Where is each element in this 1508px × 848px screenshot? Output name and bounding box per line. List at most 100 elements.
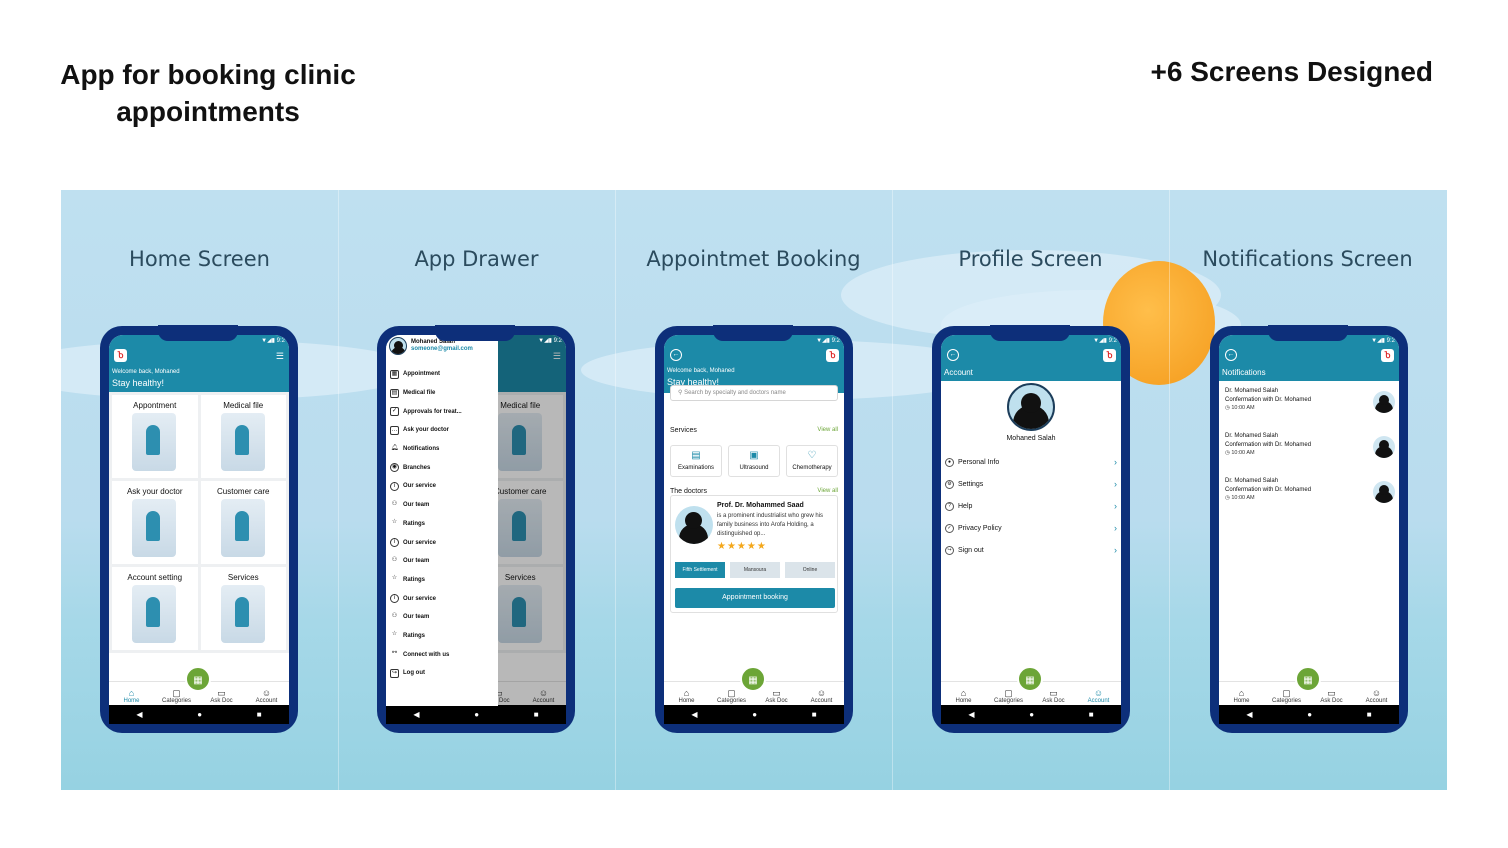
drawer-item-ratings[interactable]: ☆ Ratings bbox=[386, 515, 498, 534]
home-nav-icon[interactable]: ● bbox=[752, 710, 757, 719]
back-nav-icon[interactable]: ◀ bbox=[413, 710, 419, 719]
back-nav-icon[interactable]: ◀ bbox=[1246, 710, 1252, 719]
home-nav-icon[interactable]: ● bbox=[197, 710, 202, 719]
card-ask-doctor[interactable]: Ask your doctor bbox=[112, 481, 198, 564]
view-all-link[interactable]: View all bbox=[817, 488, 838, 495]
tab-account[interactable]: ☺ Account bbox=[250, 688, 284, 704]
notification-item[interactable]: Dr. Mohamed Salah Confermation with Dr. … bbox=[1225, 387, 1395, 421]
drawer-item-ratings[interactable]: ☆ Ratings bbox=[386, 627, 498, 646]
calendar-icon: ▦ bbox=[1025, 675, 1035, 686]
tab-ask-doc[interactable]: ▭ Ask Doc bbox=[760, 688, 794, 704]
tab-label: Home bbox=[1233, 698, 1250, 704]
back-arrow-icon[interactable]: ← bbox=[947, 349, 959, 361]
tab-ask-doc[interactable]: ▭ Ask Doc bbox=[1315, 688, 1349, 704]
card-customer-care[interactable]: Customer care bbox=[200, 481, 286, 564]
service-chemotherapy[interactable]: ♡ Chemotherapy bbox=[786, 445, 838, 477]
menu-icon[interactable]: ☰ bbox=[276, 351, 284, 362]
card-account-setting[interactable]: Account setting bbox=[112, 567, 198, 650]
tab-ask-doc[interactable]: ▭ Ask Doc bbox=[1037, 688, 1071, 704]
avatar bbox=[1373, 391, 1395, 413]
recents-nav-icon[interactable]: ■ bbox=[1367, 710, 1372, 719]
notification-item[interactable]: Dr. Mohamed Salah Confermation with Dr. … bbox=[1225, 432, 1395, 466]
recents-nav-icon[interactable]: ■ bbox=[1089, 710, 1094, 719]
card-appointment[interactable]: Appontment bbox=[112, 395, 198, 478]
appointment-booking-button[interactable]: Appointment booking bbox=[675, 588, 835, 608]
location-fifth-settlement[interactable]: Fifth Settlement bbox=[675, 562, 725, 578]
drawer-item-our-service[interactable]: i Our service bbox=[386, 477, 498, 496]
drawer-item-approvals[interactable]: ✓ Approvals for treat... bbox=[386, 402, 498, 421]
drawer-item-connect[interactable]: ⚯ Connect with us bbox=[386, 645, 498, 664]
card-medical-file[interactable]: Medical file bbox=[200, 395, 286, 478]
drawer-item-notifications[interactable]: 🔔︎ Notifications bbox=[386, 440, 498, 459]
tab-home[interactable]: ⌂ Home bbox=[670, 688, 704, 704]
drawer-item-medical-file[interactable]: ▤ Medical file bbox=[386, 384, 498, 403]
home-nav-icon[interactable]: ● bbox=[474, 710, 479, 719]
drawer-item-ask-doctor[interactable]: … Ask your doctor bbox=[386, 421, 498, 440]
back-nav-icon[interactable]: ◀ bbox=[968, 710, 974, 719]
profile-name: Mohaned Salah bbox=[1006, 435, 1056, 442]
card-services[interactable]: Services bbox=[200, 567, 286, 650]
card-label: Ask your doctor bbox=[126, 487, 183, 496]
bag-icon: ▢ bbox=[172, 688, 181, 698]
tab-ask-doc[interactable]: ▭ Ask Doc bbox=[205, 688, 239, 704]
notification-item[interactable]: Dr. Mohamed Salah Confermation with Dr. … bbox=[1225, 477, 1395, 511]
search-input[interactable]: ⚲ Search by specialty and doctors name bbox=[670, 385, 838, 401]
booking-fab[interactable]: ▦ bbox=[1295, 666, 1321, 692]
card-label: Appontment bbox=[133, 401, 177, 410]
location-mansoura[interactable]: Mansoura bbox=[730, 562, 780, 578]
tab-categories[interactable]: ▢ Categories bbox=[715, 688, 749, 704]
tab-home[interactable]: ⌂ Home bbox=[115, 688, 149, 704]
drawer-item-ratings[interactable]: ☆ Ratings bbox=[386, 571, 498, 590]
home-nav-icon[interactable]: ● bbox=[1029, 710, 1034, 719]
chat-icon: ▭ bbox=[772, 688, 781, 698]
profile-screen: ▼◢▮ 9:2 ← Ⴆ Account Mohaned Salah ● Perso… bbox=[941, 335, 1121, 706]
tab-home[interactable]: ⌂ Home bbox=[947, 688, 981, 704]
tab-label: Categories bbox=[716, 698, 746, 704]
service-examinations[interactable]: ▤ Examinations bbox=[670, 445, 722, 477]
profile-item-help[interactable]: ? Help › bbox=[945, 501, 1117, 511]
tab-categories[interactable]: ▢ Categories bbox=[160, 688, 194, 704]
chevron-right-icon: › bbox=[1114, 479, 1117, 489]
tab-home[interactable]: ⌂ Home bbox=[1225, 688, 1259, 704]
profile-avatar[interactable] bbox=[1007, 383, 1055, 431]
location-online[interactable]: Online bbox=[785, 562, 835, 578]
recents-nav-icon[interactable]: ■ bbox=[534, 710, 539, 719]
section-title: Appointmet Booking bbox=[646, 247, 861, 271]
drawer-item-branches[interactable]: ◉ Branches bbox=[386, 458, 498, 477]
section-divider bbox=[615, 190, 616, 790]
view-all-link[interactable]: View all bbox=[817, 427, 838, 434]
service-ultrasound[interactable]: ▣ Ultrasound bbox=[728, 445, 780, 477]
section-divider bbox=[892, 190, 893, 790]
tab-label: Account bbox=[255, 698, 278, 704]
drawer-item-our-team[interactable]: ⚇ Our team bbox=[386, 608, 498, 627]
booking-fab[interactable]: ▦ bbox=[740, 666, 766, 692]
camera-notch bbox=[990, 325, 1070, 341]
profile-item-personal-info[interactable]: ● Personal Info › bbox=[945, 457, 1117, 467]
back-arrow-icon[interactable]: ← bbox=[670, 349, 682, 361]
avatar bbox=[389, 337, 407, 355]
recents-nav-icon[interactable]: ■ bbox=[257, 710, 262, 719]
booking-fab[interactable]: ▦ bbox=[1017, 666, 1043, 692]
drawer-item-our-service[interactable]: i Our service bbox=[386, 533, 498, 552]
booking-fab[interactable]: ▦ bbox=[185, 666, 211, 692]
notification-text: Confermation with Dr. Mohamed bbox=[1225, 397, 1312, 403]
home-nav-icon[interactable]: ● bbox=[1307, 710, 1312, 719]
tab-account[interactable]: ☺ Account bbox=[805, 688, 839, 704]
drawer-item-appointment[interactable]: ▦ Appointment bbox=[386, 365, 498, 384]
back-nav-icon[interactable]: ◀ bbox=[136, 710, 142, 719]
tab-account[interactable]: ☺ Account bbox=[1082, 688, 1116, 704]
back-nav-icon[interactable]: ◀ bbox=[691, 710, 697, 719]
drawer-item-our-team[interactable]: ⚇ Our team bbox=[386, 552, 498, 571]
home-icon: ⌂ bbox=[1238, 688, 1245, 698]
tab-categories[interactable]: ▢ Categories bbox=[992, 688, 1026, 704]
tab-categories[interactable]: ▢ Categories bbox=[1270, 688, 1304, 704]
tab-account[interactable]: ☺ Account bbox=[1360, 688, 1394, 704]
recents-nav-icon[interactable]: ■ bbox=[812, 710, 817, 719]
profile-item-privacy[interactable]: ✓ Privacy Policy › bbox=[945, 523, 1117, 533]
back-arrow-icon[interactable]: ← bbox=[1225, 349, 1237, 361]
drawer-item-our-service[interactable]: i Our service bbox=[386, 589, 498, 608]
profile-item-settings[interactable]: ⚙ Settings › bbox=[945, 479, 1117, 489]
drawer-item-our-team[interactable]: ⚇ Our team bbox=[386, 496, 498, 515]
drawer-item-logout[interactable]: ↪ Log out bbox=[386, 664, 498, 683]
profile-item-sign-out[interactable]: ↪ Sign out › bbox=[945, 545, 1117, 555]
